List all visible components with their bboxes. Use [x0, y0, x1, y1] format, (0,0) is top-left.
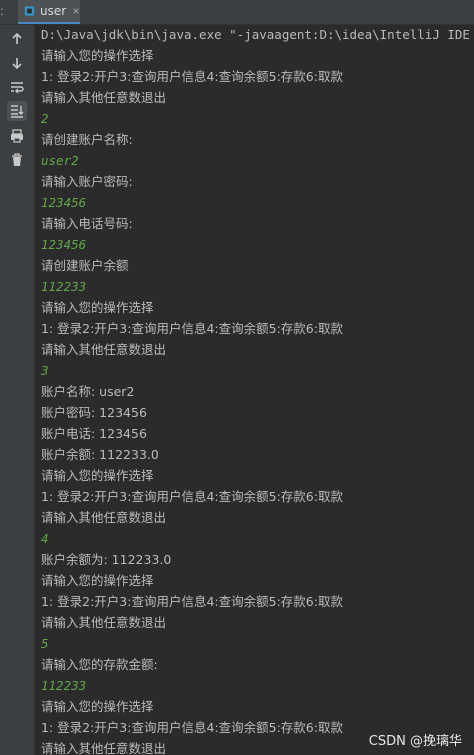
console-output-line: 账户名称: user2 — [41, 384, 135, 399]
console-output-line: 请输入其他任意数退出 — [41, 615, 167, 630]
console-output-line: 请输入其他任意数退出 — [41, 342, 167, 357]
up-arrow-icon — [12, 32, 22, 44]
console-input-line: user2 — [41, 153, 79, 168]
console-input-line: 112233 — [41, 678, 87, 693]
console-output-line: 账户密码: 123456 — [41, 405, 147, 420]
down-arrow-icon — [12, 58, 22, 70]
scroll-to-end-icon — [11, 105, 24, 118]
console-output-line: 请创建账户余额 — [41, 258, 129, 273]
watermark: CSDN @挽璃华 — [368, 734, 462, 749]
console-output-line: 账户电话: 123456 — [41, 426, 147, 441]
tab-prefix: : — [0, 4, 5, 18]
console-output-line: 1: 登录2:开户3:查询用户信息4:查询余额5:存款6:取款 — [41, 321, 343, 336]
clear-all-button[interactable] — [7, 150, 27, 170]
console-output-line: 1: 登录2:开户3:查询用户信息4:查询余额5:存款6:取款 — [41, 69, 343, 84]
console-output-line: 1: 登录2:开户3:查询用户信息4:查询余额5:存款6:取款 — [41, 594, 343, 609]
console-output-line: 请创建账户名称: — [41, 132, 133, 147]
console-input-line: 112233 — [41, 279, 87, 294]
console-input-line: 2 — [41, 111, 49, 126]
soft-wrap-icon — [11, 82, 24, 94]
console-output-line: 请输入账户密码: — [41, 174, 133, 189]
console-output-line: 请输入您的操作选择 — [41, 468, 154, 483]
up-button[interactable] — [7, 29, 27, 49]
run-tab-user[interactable]: user — [18, 0, 80, 24]
console-output[interactable]: D:\Java\jdk\bin\java.exe "-javaagent:D:\… — [41, 25, 474, 755]
console-toolbar — [0, 25, 35, 755]
console-output-line: 账户余额: 112233.0 — [41, 447, 159, 462]
print-button[interactable] — [7, 126, 27, 146]
console-output-line: 请输入其他任意数退出 — [41, 741, 167, 755]
console-output-line: 请输入其他任意数退出 — [41, 510, 167, 525]
console-output-line: 1: 登录2:开户3:查询用户信息4:查询余额5:存款6:取款 — [41, 720, 343, 735]
console-input-line: 123456 — [41, 237, 87, 252]
close-icon[interactable] — [72, 6, 80, 16]
scroll-to-end-button[interactable] — [7, 101, 27, 121]
console-output-line: 请输入其他任意数退出 — [41, 90, 167, 105]
console-output-line: 账户余额为: 112233.0 — [41, 552, 172, 567]
java-app-icon — [24, 6, 35, 16]
console-output-line: 请输入您的存款金额: — [41, 657, 158, 672]
console-output-line: 请输入您的操作选择 — [41, 699, 154, 714]
console-output-line: 请输入您的操作选择 — [41, 573, 154, 588]
print-icon — [11, 129, 23, 143]
console-output-line: 1: 登录2:开户3:查询用户信息4:查询余额5:存款6:取款 — [41, 489, 343, 504]
console-input-line: 5 — [41, 636, 49, 651]
console-input-line: 4 — [41, 531, 49, 546]
console-output-line: 请输入您的操作选择 — [41, 300, 154, 315]
console-output-line: 请输入您的操作选择 — [41, 48, 154, 63]
console-input-line: 123456 — [41, 195, 87, 210]
trash-icon — [12, 153, 22, 166]
console-input-line: 3 — [41, 363, 49, 378]
soft-wrap-button[interactable] — [7, 77, 27, 97]
tab-label: user — [39, 4, 67, 18]
console-output-line: 请输入电话号码: — [41, 216, 133, 231]
console-output-line: D:\Java\jdk\bin\java.exe "-javaagent:D:\… — [41, 27, 470, 42]
run-tab-bar: : user — [0, 0, 474, 25]
down-button[interactable] — [7, 53, 27, 73]
